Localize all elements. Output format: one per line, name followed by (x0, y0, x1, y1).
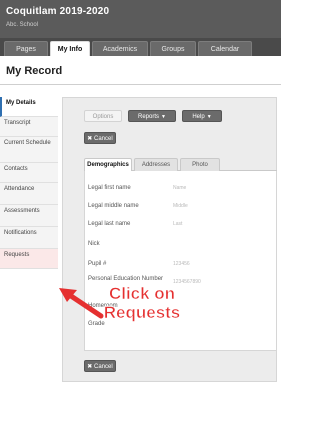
tab-photo[interactable]: Photo (180, 158, 220, 171)
cancel-button-bottom[interactable]: ✖ Cancel (84, 360, 116, 372)
demographics-form: Legal first name Name Legal middle name … (84, 171, 277, 351)
sidebar-item-current-schedule[interactable]: Current Schedule (0, 137, 58, 163)
callout-line-2: Requests (103, 303, 181, 323)
app-header: Coquitlam 2019-2020 Abc. School (0, 0, 281, 38)
app-title: Coquitlam 2019-2020 (6, 6, 110, 17)
main-tab-bar: Pages My Info Academics Groups Calendar (0, 38, 281, 56)
title-divider (0, 84, 281, 85)
tab-groups[interactable]: Groups (150, 41, 196, 56)
close-icon: ✖ (87, 136, 94, 142)
close-icon: ✖ (87, 364, 94, 370)
reports-button[interactable]: Reports ▼ (128, 110, 176, 122)
cancel-label: Cancel (94, 136, 113, 142)
page-title: My Record (6, 65, 63, 77)
field-value: Middle (173, 203, 188, 209)
record-subtabs: Demographics Addresses Photo (84, 158, 277, 171)
field-label: Pupil # (88, 261, 107, 267)
tab-demographics[interactable]: Demographics (84, 158, 132, 171)
options-button[interactable]: Options (84, 110, 122, 122)
field-label: Legal last name (88, 221, 131, 227)
tab-addresses[interactable]: Addresses (134, 158, 178, 171)
cancel-button-top[interactable]: ✖ Cancel (84, 132, 116, 144)
side-nav: My Details Transcript Current Schedule C… (0, 97, 58, 269)
sidebar-item-assessments[interactable]: Assessments (0, 205, 58, 227)
instruction-callout: Click on Requests (88, 284, 196, 323)
field-label: Legal middle name (88, 203, 139, 209)
field-value: 123456 (173, 261, 190, 267)
help-button[interactable]: Help ▼ (182, 110, 222, 122)
sidebar-item-my-details[interactable]: My Details (0, 97, 58, 117)
chevron-down-icon: ▼ (206, 114, 212, 120)
field-label: Nick (88, 241, 100, 247)
sidebar-item-transcript[interactable]: Transcript (0, 117, 58, 137)
chevron-down-icon: ▼ (161, 114, 166, 120)
field-value: Last (173, 221, 183, 227)
app-subtitle: Abc. School (6, 22, 39, 28)
help-label: Help (192, 114, 205, 120)
sidebar-item-contacts[interactable]: Contacts (0, 163, 58, 183)
tab-my-info[interactable]: My Info (50, 41, 90, 56)
cancel-label: Cancel (94, 364, 113, 370)
field-value: Name (173, 185, 187, 191)
tab-pages[interactable]: Pages (4, 41, 48, 56)
reports-label: Reports (138, 114, 160, 120)
sidebar-item-notifications[interactable]: Notifications (0, 227, 58, 249)
tab-calendar[interactable]: Calendar (198, 41, 252, 56)
sidebar-item-attendance[interactable]: Attendance (0, 183, 58, 205)
callout-line-1: Click on (108, 284, 176, 304)
field-label: Legal first name (88, 185, 131, 191)
tab-academics[interactable]: Academics (92, 41, 148, 56)
sidebar-item-requests[interactable]: Requests (0, 249, 58, 269)
